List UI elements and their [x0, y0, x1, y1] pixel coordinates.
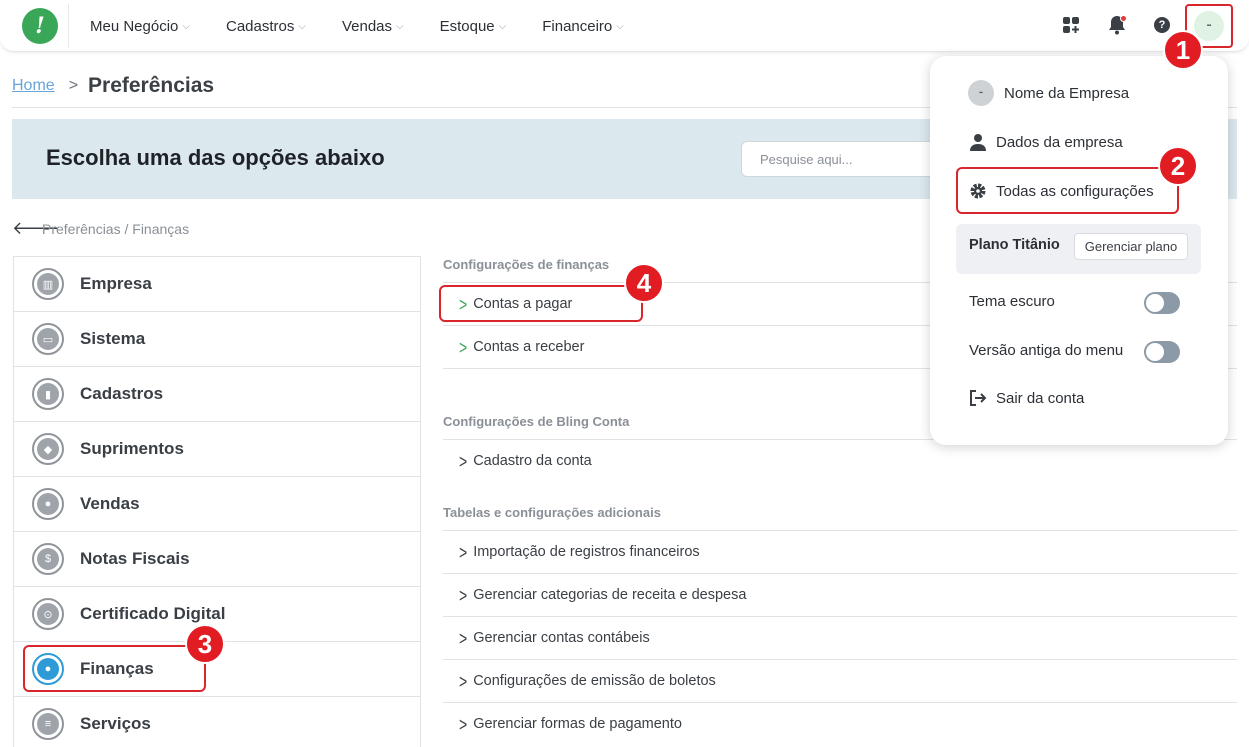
sidebar-item-empresa[interactable]: ▥ Empresa — [14, 257, 420, 312]
document-icon: ≡ — [32, 708, 64, 740]
chevron-right-icon: > — [459, 449, 468, 473]
chevron-right-icon: > — [459, 540, 468, 564]
chevron-right-icon: > — [459, 669, 468, 693]
box-icon: ◆ — [32, 433, 64, 465]
main-menu: Meu Negócio ⌵ Cadastros ⌵ Vendas ⌵ Estoque ⌵… — [90, 0, 660, 52]
row-importacao-registros[interactable]: > Importação de registros financeiros — [443, 530, 1237, 573]
menu-vendas[interactable]: Vendas ⌵ — [342, 18, 404, 35]
apps-icon[interactable] — [1060, 14, 1082, 36]
building-icon: ▥ — [32, 268, 64, 300]
sidebar-item-notas-fiscais[interactable]: $ Notas Fiscais — [14, 532, 420, 587]
sub-breadcrumb: Preferências / Finanças — [42, 221, 190, 237]
people-icon: ● — [32, 488, 64, 520]
dropdown-company-data[interactable]: Dados da empresa — [968, 133, 1123, 151]
old-menu-label: Versão antiga do menu — [969, 342, 1124, 359]
account-dropdown: ▪▪ Nome da Empresa Dados da empresa Toda… — [930, 56, 1228, 445]
piggy-bank-icon: ● — [32, 653, 64, 685]
book-icon: ▮ — [32, 378, 64, 410]
toggle-knob — [1146, 294, 1164, 312]
section-title-financas: Configurações de finanças — [443, 257, 610, 272]
chevron-right-icon: > — [459, 292, 468, 316]
company-avatar: ▪▪ — [968, 80, 994, 106]
step-badge-3: 3 — [185, 624, 225, 664]
chevron-down-icon: ⌵ — [396, 20, 404, 32]
dropdown-all-settings[interactable]: Todas as configurações — [968, 182, 1154, 200]
menu-meu-negocio[interactable]: Meu Negócio ⌵ — [90, 18, 190, 35]
step-badge-4: 4 — [624, 263, 664, 303]
notification-dot — [1120, 15, 1127, 22]
chevron-right-icon: > — [459, 583, 468, 607]
toggle-knob — [1146, 343, 1164, 361]
bell-icon[interactable] — [1106, 14, 1128, 36]
chevron-right-icon: > — [459, 335, 468, 359]
breadcrumb-home-link[interactable]: Home — [12, 77, 55, 95]
breadcrumb: Home > Preferências — [12, 74, 214, 98]
row-formas-pagamento[interactable]: > Gerenciar formas de pagamento — [443, 702, 1237, 745]
chevron-down-icon: ⌵ — [498, 20, 507, 32]
step-badge-1: 1 — [1163, 30, 1203, 70]
dropdown-logout[interactable]: Sair da conta — [968, 389, 1084, 407]
section-title-bling-conta: Configurações de Bling Conta — [443, 414, 630, 429]
invoice-icon: $ — [32, 543, 64, 575]
breadcrumb-separator: > — [68, 77, 79, 94]
certificate-icon: ⊙ — [32, 598, 64, 630]
chevron-down-icon: ⌵ — [298, 20, 306, 32]
chevron-right-icon: > — [459, 626, 468, 650]
logo-divider — [68, 4, 69, 48]
dark-theme-label: Tema escuro — [969, 293, 1055, 310]
sidebar-item-sistema[interactable]: ▭ Sistema — [14, 312, 420, 367]
help-icon[interactable]: ? — [1151, 14, 1173, 36]
chevron-down-icon: ⌵ — [182, 20, 190, 32]
menu-financeiro[interactable]: Financeiro ⌵ — [542, 18, 624, 35]
gear-icon — [968, 182, 988, 200]
dark-theme-toggle[interactable] — [1144, 292, 1180, 314]
plan-box: Plano Titânio Gerenciar plano — [956, 224, 1201, 274]
user-icon — [968, 133, 988, 151]
page-title: Preferências — [88, 74, 215, 97]
step-badge-2: 2 — [1158, 146, 1198, 186]
banner-title: Escolha uma das opções abaixo — [46, 145, 385, 170]
row-emissao-boletos[interactable]: > Configurações de emissão de boletos — [443, 659, 1237, 702]
bling-logo[interactable]: ! — [22, 8, 58, 44]
menu-cadastros[interactable]: Cadastros ⌵ — [226, 18, 306, 35]
dropdown-company-name[interactable]: ▪▪ Nome da Empresa — [968, 80, 1129, 106]
sidebar-item-servicos[interactable]: ≡ Serviços — [14, 697, 420, 747]
sidebar-item-cadastros[interactable]: ▮ Cadastros — [14, 367, 420, 422]
logout-icon — [968, 389, 988, 407]
section-title-tabelas: Tabelas e configurações adicionais — [443, 505, 661, 520]
manage-plan-button[interactable]: Gerenciar plano — [1074, 233, 1188, 260]
monitor-icon: ▭ — [32, 323, 64, 355]
chevron-down-icon: ⌵ — [616, 20, 624, 32]
sidebar-item-suprimentos[interactable]: ◆ Suprimentos — [14, 422, 420, 477]
sidebar-item-vendas[interactable]: ● Vendas — [14, 477, 420, 532]
chevron-right-icon: > — [459, 712, 468, 736]
row-categorias-receita-despesa[interactable]: > Gerenciar categorias de receita e despe… — [443, 573, 1237, 616]
old-menu-toggle[interactable] — [1144, 341, 1180, 363]
preferences-sidebar: ▥ Empresa ▭ Sistema ▮ Cadastros ◆ Suprimento… — [13, 256, 421, 747]
plan-label: Plano Titânio — [969, 237, 1060, 253]
row-cadastro-da-conta[interactable]: > Cadastro da conta — [443, 439, 1237, 482]
menu-estoque[interactable]: Estoque ⌵ — [440, 18, 507, 35]
row-contas-contabeis[interactable]: > Gerenciar contas contábeis — [443, 616, 1237, 659]
top-navbar: ! Meu Negócio ⌵ Cadastros ⌵ Vendas ⌵ Estoqu… — [0, 0, 1249, 52]
